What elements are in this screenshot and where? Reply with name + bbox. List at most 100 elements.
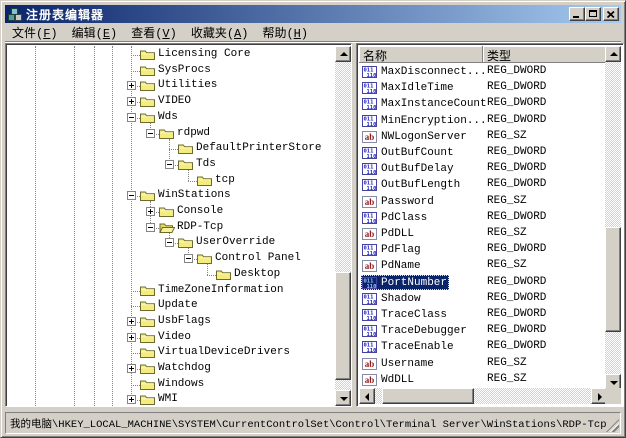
value-name-cell[interactable]: 011 110MaxInstanceCount [361,96,489,111]
value-name-cell[interactable]: 011 110MaxDisconnect... [361,64,489,79]
expand-plus-icon[interactable] [127,364,136,373]
tree-row[interactable]: RDP-Tcp [8,220,335,235]
minimize-button[interactable] [569,7,585,21]
scrollbar-thumb[interactable] [605,227,621,332]
tree-row[interactable]: WinStations [8,188,335,203]
value-row[interactable]: 011 110OutBufDelayREG_DWORD [359,161,607,177]
value-row[interactable]: 011 110MinEncryption...REG_DWORD [359,113,607,129]
titlebar[interactable]: 注册表编辑器 [5,5,621,23]
value-name-cell[interactable]: 011 110Shadow [361,291,423,306]
value-row[interactable]: 011 110MaxInstanceCountREG_DWORD [359,96,607,112]
tree-row[interactable]: Update [8,298,335,313]
value-name-cell[interactable]: 011 110MinEncryption... [361,113,489,128]
resize-grip[interactable] [606,419,619,432]
value-name-cell[interactable]: 011 110PdClass [361,210,429,225]
menu-item-favorites[interactable]: 收藏夹(A) [184,23,256,43]
tree-row[interactable]: Control Panel [8,251,335,266]
scroll-down-button[interactable] [335,390,351,406]
value-name-cell[interactable]: 011 110TraceClass [361,307,449,322]
value-row[interactable]: 011 110MaxDisconnect...REG_DWORD [359,64,607,80]
scrollbar-thumb[interactable] [335,272,351,380]
scroll-up-button[interactable] [605,46,621,62]
menu-item-view[interactable]: 查看(V) [124,23,184,43]
tree-row[interactable]: Windows [8,377,335,392]
menu-item-help[interactable]: 帮助(H) [255,23,315,43]
value-name-cell[interactable]: 011 110PdFlag [361,242,423,257]
tree-row[interactable]: Utilities [8,78,335,93]
selected-value-name[interactable]: 011 110PortNumber [361,275,449,290]
value-name-cell[interactable]: 011 110OutBufCount [361,145,456,160]
value-row[interactable]: abWdDLLREG_SZ [359,372,607,388]
value-name-cell[interactable]: abWdDLL [361,372,416,387]
collapse-minus-icon[interactable] [165,238,174,247]
tree-row[interactable]: UserOverride [8,235,335,250]
value-name-cell[interactable]: abNWLogonServer [361,129,469,144]
value-row[interactable]: abPdDLLREG_SZ [359,226,607,242]
reg-dword-icon: 011 110 [362,325,378,337]
close-button[interactable] [603,7,619,21]
column-header-name[interactable]: 名称 [359,46,483,63]
tree-row[interactable]: VIDEO [8,94,335,109]
tree-row[interactable]: Console [8,204,335,219]
value-name-cell[interactable]: 011 110TraceDebugger [361,323,469,338]
value-name-cell[interactable]: abPassword [361,194,436,209]
value-name-cell[interactable]: 011 110OutBufLength [361,177,462,192]
tree-row[interactable]: WMI [8,392,335,406]
tree-row[interactable]: Licensing Core [8,47,335,62]
collapse-minus-icon[interactable] [165,160,174,169]
tree-row[interactable]: Tds [8,157,335,172]
tree-row[interactable]: SysProcs [8,63,335,78]
value-row[interactable]: 011 110PdFlagREG_DWORD [359,242,607,258]
expand-plus-icon[interactable] [127,395,136,404]
expand-plus-icon[interactable] [127,317,136,326]
scroll-up-button[interactable] [335,46,351,62]
expand-plus-icon[interactable] [127,333,136,342]
value-row[interactable]: 011 110PdClassREG_DWORD [359,210,607,226]
tree-row[interactable]: Watchdog [8,361,335,376]
collapse-minus-icon[interactable] [127,113,136,122]
value-name-cell[interactable]: 011 110TraceEnable [361,339,456,354]
value-name-cell[interactable]: abPdName [361,258,423,273]
menu-item-file[interactable]: 文件(F) [5,23,65,43]
values-horizontal-scrollbar[interactable] [359,388,607,404]
value-row[interactable]: 011 110PortNumberREG_DWORD [359,275,607,291]
menu-item-edit[interactable]: 编辑(E) [65,23,125,43]
values-vertical-scrollbar[interactable] [605,46,621,390]
tree-row[interactable]: Wds [8,110,335,125]
tree-row[interactable]: VirtualDeviceDrivers [8,345,335,360]
value-row[interactable]: abPasswordREG_SZ [359,194,607,210]
collapse-minus-icon[interactable] [184,254,193,263]
value-row[interactable]: 011 110OutBufLengthREG_DWORD [359,177,607,193]
tree-row[interactable]: Video [8,330,335,345]
tree-row[interactable]: Desktop [8,267,335,282]
expand-plus-icon[interactable] [127,97,136,106]
scroll-left-button[interactable] [359,388,375,404]
value-row[interactable]: 011 110TraceDebuggerREG_DWORD [359,323,607,339]
tree-row[interactable]: DefaultPrinterStore [8,141,335,156]
tree-row[interactable]: tcp [8,173,335,188]
value-row[interactable]: 011 110ShadowREG_DWORD [359,291,607,307]
value-row[interactable]: 011 110MaxIdleTimeREG_DWORD [359,80,607,96]
collapse-minus-icon[interactable] [127,191,136,200]
tree-row[interactable]: TimeZoneInformation [8,283,335,298]
tree-vertical-scrollbar[interactable] [335,46,351,406]
expand-plus-icon[interactable] [146,207,155,216]
value-row[interactable]: abPdNameREG_SZ [359,258,607,274]
value-name-cell[interactable]: abUsername [361,356,436,371]
value-row[interactable]: abNWLogonServerREG_SZ [359,129,607,145]
tree-row[interactable]: UsbFlags [8,314,335,329]
scrollbar-thumb[interactable] [382,388,474,404]
tree-row[interactable]: rdpwd [8,126,335,141]
collapse-minus-icon[interactable] [146,223,155,232]
value-name-cell[interactable]: abPdDLL [361,226,416,241]
maximize-button[interactable] [585,7,601,21]
value-row[interactable]: 011 110TraceEnableREG_DWORD [359,339,607,355]
value-row[interactable]: 011 110TraceClassREG_DWORD [359,307,607,323]
value-row[interactable]: 011 110OutBufCountREG_DWORD [359,145,607,161]
value-name-cell[interactable]: 011 110OutBufDelay [361,161,456,176]
value-row[interactable]: abUsernameREG_SZ [359,356,607,372]
column-header-type[interactable]: 类型 [483,46,607,63]
expand-plus-icon[interactable] [127,81,136,90]
collapse-minus-icon[interactable] [146,129,155,138]
value-name-cell[interactable]: 011 110MaxIdleTime [361,80,456,95]
